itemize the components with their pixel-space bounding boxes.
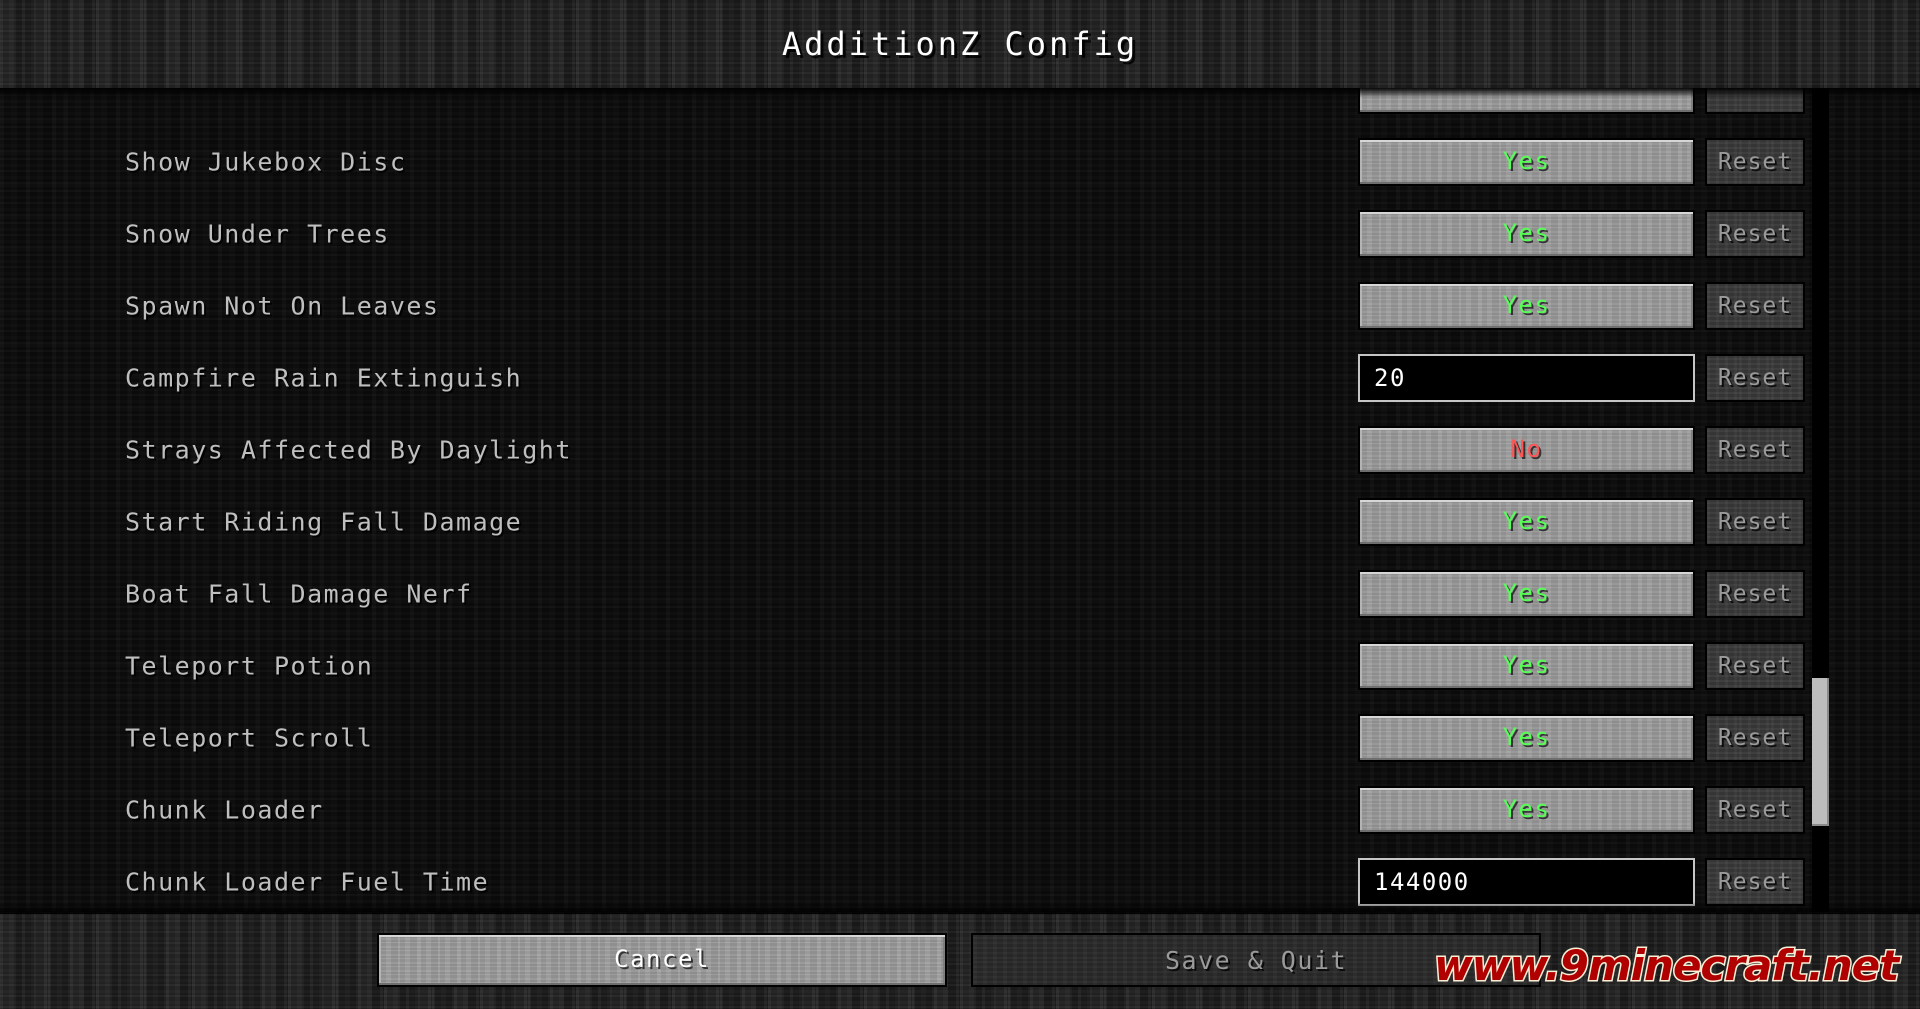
page-title: AdditionZ Config xyxy=(781,25,1139,63)
toggle-button-value: Yes xyxy=(1502,291,1551,319)
setting-label: Chunk Loader xyxy=(125,795,324,825)
setting-label: Start Riding Fall Damage xyxy=(125,507,523,537)
table-row: Boat Fall Damage Nerf Yes Reset xyxy=(0,558,1920,630)
footer-divider-shadow xyxy=(0,902,1920,914)
setting-widget[interactable]: Yes xyxy=(1358,714,1695,762)
setting-widget[interactable]: Yes xyxy=(1358,642,1695,690)
scrollbar-thumb[interactable] xyxy=(1812,678,1829,826)
toggle-button-value: Yes xyxy=(1502,507,1551,535)
setting-widget[interactable]: 144000 xyxy=(1358,858,1695,906)
setting-widget[interactable]: 20 xyxy=(1358,354,1695,402)
toggle-button-value: Yes xyxy=(1502,147,1551,175)
setting-label: Show Jukebox Disc xyxy=(125,147,407,177)
cancel-button[interactable]: Cancel xyxy=(377,933,947,987)
table-row: Start Riding Fall Damage Yes Reset xyxy=(0,486,1920,558)
setting-widget[interactable]: Yes xyxy=(1358,210,1695,258)
reset-button: Reset xyxy=(1705,210,1805,258)
table-row: Teleport Potion Yes Reset xyxy=(0,630,1920,702)
toggle-button[interactable]: Yes xyxy=(1358,138,1695,186)
setting-label: Campfire Rain Extinguish xyxy=(125,363,523,393)
setting-widget[interactable]: Yes xyxy=(1358,138,1695,186)
reset-button: Reset xyxy=(1705,498,1805,546)
reset-button: Reset xyxy=(1705,354,1805,402)
header-bar: AdditionZ Config xyxy=(0,0,1920,88)
reset-button: Reset xyxy=(1705,426,1805,474)
save-and-quit-button-label: Save & Quit xyxy=(1164,945,1348,975)
setting-widget[interactable]: No xyxy=(1358,426,1695,474)
setting-text-input[interactable]: 20 xyxy=(1358,354,1695,402)
toggle-button-value: Yes xyxy=(1502,219,1551,247)
toggle-button[interactable]: No xyxy=(1358,426,1695,474)
toggle-button[interactable]: Yes xyxy=(1358,210,1695,258)
settings-list-viewport[interactable]: Show Jukebox Disc Yes Reset Snow Under Tree… xyxy=(0,88,1920,912)
toggle-button[interactable]: Yes xyxy=(1358,498,1695,546)
table-row: Campfire Rain Extinguish 20 Reset xyxy=(0,342,1920,414)
toggle-button[interactable]: Yes xyxy=(1358,642,1695,690)
header-divider-shadow xyxy=(0,88,1920,98)
settings-list: Show Jukebox Disc Yes Reset Snow Under Tree… xyxy=(0,88,1920,912)
table-row: Chunk Loader Yes Reset xyxy=(0,774,1920,846)
toggle-button[interactable]: Yes xyxy=(1358,714,1695,762)
reset-button: Reset xyxy=(1705,786,1805,834)
setting-text-input[interactable]: 144000 xyxy=(1358,858,1695,906)
setting-widget[interactable]: Yes xyxy=(1358,282,1695,330)
toggle-button-value: No xyxy=(1510,435,1543,463)
setting-label: Strays Affected By Daylight xyxy=(125,435,572,465)
site-watermark: www.9minecraft.net xyxy=(1432,940,1900,992)
setting-label: Chunk Loader Fuel Time xyxy=(125,867,490,897)
toggle-button-value: Yes xyxy=(1502,723,1551,751)
config-screen: AdditionZ Config Show Jukebox Disc Yes Res… xyxy=(0,0,1920,1009)
table-row: Snow Under Trees Yes Reset xyxy=(0,198,1920,270)
setting-label: Snow Under Trees xyxy=(125,219,390,249)
setting-label: Teleport Potion xyxy=(125,651,374,681)
toggle-button[interactable]: Yes xyxy=(1358,570,1695,618)
table-row: Spawn Not On Leaves Yes Reset xyxy=(0,270,1920,342)
setting-widget[interactable]: Yes xyxy=(1358,498,1695,546)
setting-label: Spawn Not On Leaves xyxy=(125,291,440,321)
toggle-button[interactable]: Yes xyxy=(1358,786,1695,834)
reset-button: Reset xyxy=(1705,138,1805,186)
reset-button: Reset xyxy=(1705,858,1805,906)
setting-widget[interactable]: Yes xyxy=(1358,786,1695,834)
table-row: Strays Affected By Daylight No Reset xyxy=(0,414,1920,486)
reset-button: Reset xyxy=(1705,282,1805,330)
table-row: Show Jukebox Disc Yes Reset xyxy=(0,126,1920,198)
setting-input-value: 20 xyxy=(1374,364,1406,392)
reset-button: Reset xyxy=(1705,714,1805,762)
toggle-button[interactable]: Yes xyxy=(1358,282,1695,330)
setting-label: Teleport Scroll xyxy=(125,723,374,753)
table-row: Teleport Scroll Yes Reset xyxy=(0,702,1920,774)
setting-label: Boat Fall Damage Nerf xyxy=(125,579,473,609)
reset-button: Reset xyxy=(1705,642,1805,690)
toggle-button-value: Yes xyxy=(1502,579,1551,607)
toggle-button-value: Yes xyxy=(1502,795,1551,823)
toggle-button-value: Yes xyxy=(1502,651,1551,679)
setting-widget[interactable]: Yes xyxy=(1358,570,1695,618)
setting-input-value: 144000 xyxy=(1374,868,1470,896)
reset-button: Reset xyxy=(1705,570,1805,618)
cancel-button-label: Cancel xyxy=(614,945,710,973)
